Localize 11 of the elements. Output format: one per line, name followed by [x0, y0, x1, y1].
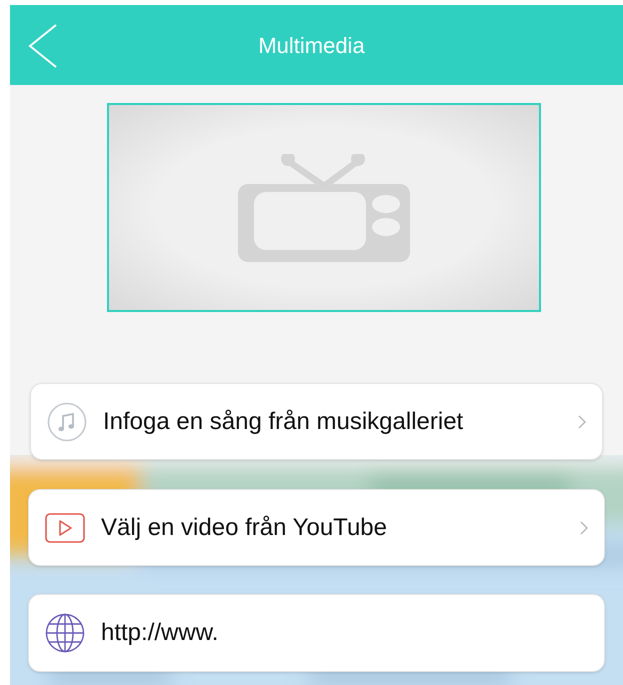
music-note-icon	[47, 402, 87, 442]
option-row[interactable]: Välj en video från YouTube	[28, 489, 605, 566]
url-input[interactable]: http://www.	[28, 594, 605, 672]
globe-icon	[45, 613, 85, 653]
option-row[interactable]: Infoga en sång från musikgalleriet	[30, 383, 603, 460]
play-icon	[45, 512, 85, 542]
url-field[interactable]: http://www.	[101, 615, 588, 651]
header-title: Multimedia	[258, 32, 366, 60]
video-preview[interactable]	[107, 103, 541, 312]
back-icon	[28, 23, 58, 69]
tv-icon	[238, 154, 410, 262]
